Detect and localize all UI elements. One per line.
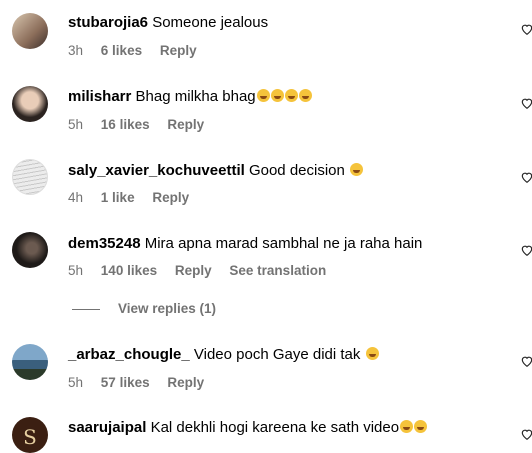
comment-username[interactable]: stubarojia6 bbox=[68, 14, 148, 31]
comment-username[interactable]: milisharr bbox=[68, 88, 131, 105]
heart-icon[interactable] bbox=[520, 243, 532, 257]
comment-text: Bhag milkha bhag bbox=[135, 88, 256, 105]
avatar[interactable] bbox=[12, 86, 48, 122]
heart-icon[interactable] bbox=[520, 354, 532, 368]
comment-time: 5h bbox=[68, 117, 84, 132]
comment-username[interactable]: dem35248 bbox=[68, 235, 141, 252]
reply-button[interactable]: Reply bbox=[175, 263, 212, 278]
comment-text: Video poch Gaye didi tak bbox=[193, 346, 361, 363]
comment-text: Good decision bbox=[248, 162, 345, 179]
comment-time: 3h bbox=[68, 43, 84, 58]
heart-icon[interactable] bbox=[520, 427, 532, 441]
comment-likes[interactable]: 57 likes bbox=[101, 375, 150, 390]
comment-time: 5h bbox=[68, 263, 84, 278]
monogram-logo-icon: S bbox=[23, 425, 37, 449]
view-replies-button[interactable]: View replies (1) bbox=[72, 301, 216, 316]
comment-text: Someone jealous bbox=[152, 14, 269, 31]
reply-button[interactable]: Reply bbox=[167, 375, 204, 390]
avatar[interactable]: S bbox=[12, 417, 48, 453]
comment-likes[interactable]: 16 likes bbox=[101, 117, 150, 132]
laughing-emoji-icon bbox=[350, 163, 364, 176]
avatar[interactable] bbox=[12, 344, 48, 380]
laughing-emoji-icon bbox=[256, 88, 312, 105]
avatar[interactable] bbox=[12, 159, 48, 195]
laughing-emoji-icon bbox=[399, 419, 428, 436]
heart-icon[interactable] bbox=[520, 22, 532, 36]
comment-username[interactable]: _arbaz_chougle_ bbox=[68, 346, 190, 363]
comment-time: 4h bbox=[68, 190, 84, 205]
heart-icon[interactable] bbox=[520, 96, 532, 110]
view-replies-label: View replies (1) bbox=[118, 301, 217, 316]
heart-icon[interactable] bbox=[520, 170, 532, 184]
reply-button[interactable]: Reply bbox=[167, 117, 204, 132]
reply-button[interactable]: Reply bbox=[160, 43, 197, 58]
comment-username[interactable]: saarujaipal bbox=[68, 419, 146, 436]
reply-button[interactable]: Reply bbox=[152, 190, 189, 205]
see-translation-button[interactable]: See translation bbox=[229, 263, 326, 278]
comment-text: Kal dekhli hogi kareena ke sath video bbox=[150, 419, 400, 436]
comment-text: Mira apna marad sambhal ne ja raha hain bbox=[144, 235, 423, 252]
comment-likes[interactable]: 6 likes bbox=[101, 43, 142, 58]
avatar[interactable] bbox=[12, 13, 48, 49]
comment-likes[interactable]: 1 like bbox=[101, 190, 135, 205]
comment-likes[interactable]: 140 likes bbox=[101, 263, 157, 278]
avatar[interactable] bbox=[12, 232, 48, 268]
laughing-emoji-icon bbox=[365, 347, 379, 360]
comment-time: 5h bbox=[68, 375, 84, 390]
comment-username[interactable]: saly_xavier_kochuveettil bbox=[68, 162, 245, 179]
svg-text:S: S bbox=[23, 425, 37, 449]
divider bbox=[72, 308, 100, 310]
